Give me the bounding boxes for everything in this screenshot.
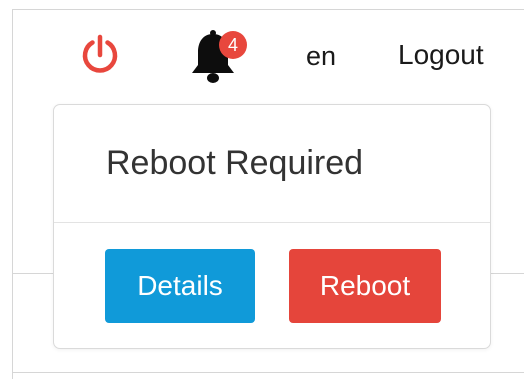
power-button[interactable] — [78, 33, 122, 77]
reboot-notification-popover: Reboot Required Details Reboot — [53, 104, 491, 349]
power-icon — [82, 34, 118, 73]
popover-divider — [54, 222, 490, 223]
top-navigation: 4 en Logout — [0, 0, 524, 100]
notification-count-badge: 4 — [219, 31, 247, 59]
logout-link[interactable]: Logout — [398, 38, 484, 72]
frame-bottom-border — [12, 372, 524, 373]
language-selector[interactable]: en — [306, 40, 336, 72]
details-button[interactable]: Details — [105, 249, 255, 323]
reboot-button[interactable]: Reboot — [289, 249, 441, 323]
app-viewport: 4 en Logout Reboot Required Details Rebo… — [0, 0, 524, 379]
popover-title: Reboot Required — [106, 144, 364, 182]
notifications-button[interactable]: 4 — [188, 28, 248, 88]
